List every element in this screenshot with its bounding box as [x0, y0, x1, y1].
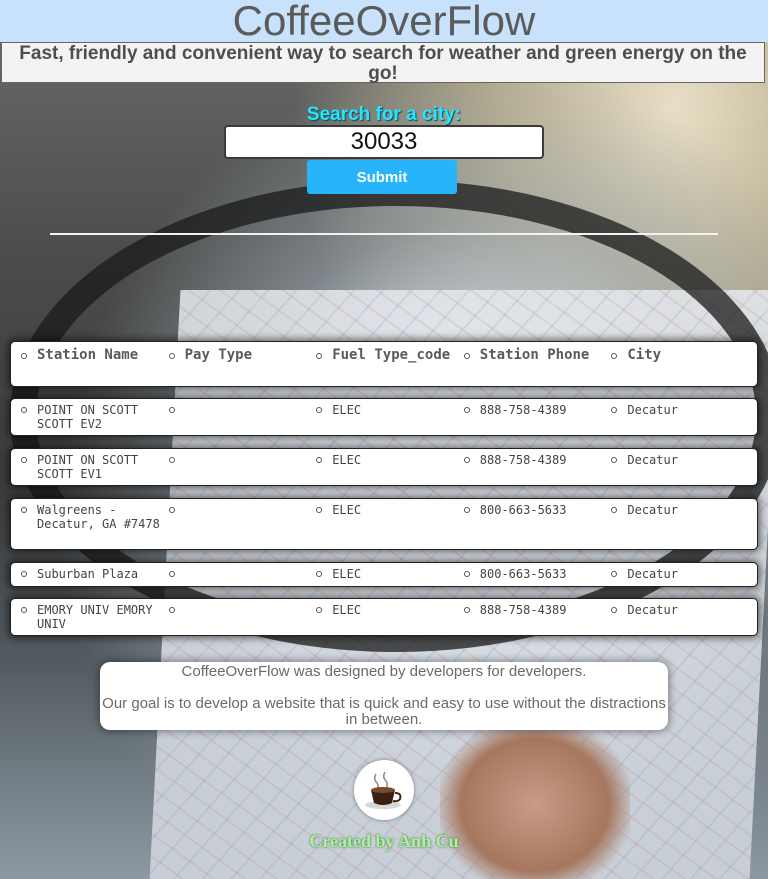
station-name-cell: POINT ON SCOTT SCOTT EV2	[19, 403, 167, 435]
pay-type-cell	[167, 403, 315, 435]
city-cell: Decatur	[609, 567, 757, 586]
background-hand	[440, 720, 630, 879]
city-cell: Decatur	[609, 603, 757, 635]
column-header-city: City	[609, 347, 757, 386]
table-header-row: Station Name Pay Type Fuel Type_code Sta…	[10, 341, 758, 387]
pay-type-cell	[167, 567, 315, 586]
station-phone-cell: 800-663-5633	[462, 503, 610, 549]
table-row: Walgreens - Decatur, GA #7478 ELEC 800-6…	[10, 498, 758, 550]
city-search-input[interactable]	[224, 125, 544, 159]
column-header-station-phone: Station Phone	[462, 347, 610, 386]
station-phone-cell: 800-663-5633	[462, 567, 610, 586]
column-header-fuel-type: Fuel Type_code	[314, 347, 462, 386]
credit-text: Created by Anh Cu	[309, 831, 459, 851]
column-header-station-name: Station Name	[19, 347, 167, 386]
station-phone-cell: 888-758-4389	[462, 403, 610, 435]
submit-button[interactable]: Submit	[307, 160, 457, 194]
station-name-cell: Suburban Plaza	[19, 567, 167, 586]
site-header: CoffeeOverFlow	[0, 0, 768, 42]
table-row: Suburban Plaza ELEC 800-663-5633 Decatur	[10, 562, 758, 587]
site-tagline: Fast, friendly and convenient way to sea…	[1, 42, 765, 84]
fuel-type-cell: ELEC	[314, 453, 462, 485]
fuel-type-cell: ELEC	[314, 567, 462, 586]
city-cell: Decatur	[609, 503, 757, 549]
pay-type-cell	[167, 503, 315, 549]
station-phone-cell: 888-758-4389	[462, 453, 610, 485]
search-label: Search for a city:	[306, 104, 462, 125]
table-row: POINT ON SCOTT SCOTT EV1 ELEC 888-758-43…	[10, 448, 758, 486]
column-header-pay-type: Pay Type	[167, 347, 315, 386]
about-line-2: Our goal is to develop a website that is…	[102, 695, 666, 728]
about-line-1: CoffeeOverFlow was designed by developer…	[181, 663, 587, 680]
coffee-cup-icon	[354, 760, 414, 820]
station-phone-cell: 888-758-4389	[462, 603, 610, 635]
fuel-type-cell: ELEC	[314, 403, 462, 435]
station-name-cell: Walgreens - Decatur, GA #7478	[19, 503, 167, 549]
fuel-type-cell: ELEC	[314, 603, 462, 635]
site-title: CoffeeOverFlow	[232, 0, 536, 44]
station-name-cell: EMORY UNIV EMORY UNIV	[19, 603, 167, 635]
table-row: EMORY UNIV EMORY UNIV ELEC 888-758-4389 …	[10, 598, 758, 636]
station-name-cell: POINT ON SCOTT SCOTT EV1	[19, 453, 167, 485]
table-row: POINT ON SCOTT SCOTT EV2 ELEC 888-758-43…	[10, 398, 758, 436]
fuel-type-cell: ELEC	[314, 503, 462, 549]
city-cell: Decatur	[609, 453, 757, 485]
pay-type-cell	[167, 453, 315, 485]
about-box: CoffeeOverFlow was designed by developer…	[100, 662, 668, 730]
pay-type-cell	[167, 603, 315, 635]
divider	[50, 233, 718, 235]
city-cell: Decatur	[609, 403, 757, 435]
